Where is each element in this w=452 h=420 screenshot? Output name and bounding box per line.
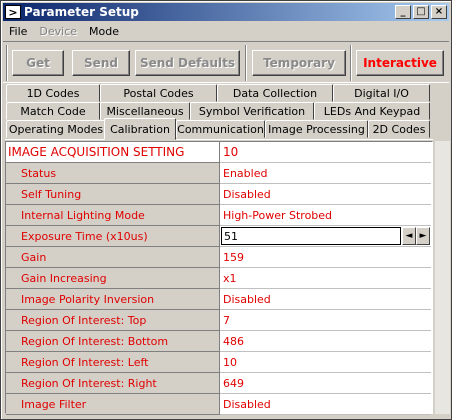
temporary-button[interactable]: Temporary <box>252 50 346 76</box>
vertical-scrollbar[interactable] <box>434 141 450 414</box>
interactive-button[interactable]: Interactive <box>356 50 444 76</box>
property-value[interactable]: Disabled <box>220 184 431 205</box>
property-name: Region Of Interest: Bottom <box>6 331 220 352</box>
property-value[interactable]: x1 <box>220 268 431 289</box>
property-name: Status <box>6 163 220 184</box>
tab-digital-io[interactable]: Digital I/O <box>333 84 430 102</box>
maximize-button[interactable]: □ <box>413 5 429 19</box>
group-name: IMAGE ACQUISITION SETTING <box>6 142 220 163</box>
table-row[interactable]: Region Of Interest: Left 10 <box>6 352 432 373</box>
tab-communication[interactable]: Communication <box>176 120 265 138</box>
window-controls: _ □ × <box>393 5 447 19</box>
tab-postal-codes[interactable]: Postal Codes <box>100 84 217 102</box>
get-button[interactable]: Get <box>12 50 64 76</box>
menu-device: Device <box>39 24 78 38</box>
tab-match-code[interactable]: Match Code <box>6 102 100 120</box>
table-row[interactable]: Internal Lighting Mode High-Power Strobe… <box>6 205 432 226</box>
app-icon: > <box>5 5 21 19</box>
menu-mode[interactable]: Mode <box>83 25 125 38</box>
tab-panel-border <box>5 139 433 140</box>
group-value[interactable]: 10 <box>220 142 431 163</box>
property-grid: IMAGE ACQUISITION SETTING 10 Status Enab… <box>5 141 433 415</box>
property-name: Image Polarity Inversion <box>6 289 220 310</box>
tab-calibration[interactable]: Calibration <box>104 118 176 140</box>
property-name: Region Of Interest: Right <box>6 373 220 394</box>
property-name: Exposure Time (x10us) <box>6 226 220 247</box>
property-name: Region Of Interest: Top <box>6 310 220 331</box>
tab-operating-modes[interactable]: Operating Modes <box>6 120 106 138</box>
menu-file[interactable]: File <box>3 25 33 38</box>
tab-1d-codes[interactable]: 1D Codes <box>6 84 100 102</box>
property-name: Gain Increasing <box>6 268 220 289</box>
title-bar[interactable]: > Parameter Setup _ □ × <box>3 3 449 21</box>
table-row[interactable]: Gain 159 <box>6 247 432 268</box>
table-row[interactable]: Image Filter Disabled <box>6 394 432 415</box>
table-row[interactable]: Exposure Time (x10us) 51 ◄ ► <box>6 226 432 247</box>
property-value[interactable]: Disabled <box>220 289 431 310</box>
toolbar-separator <box>245 45 247 81</box>
grid-header-row[interactable]: IMAGE ACQUISITION SETTING 10 <box>6 142 432 163</box>
property-value[interactable]: 486 <box>220 331 431 352</box>
send-defaults-button[interactable]: Send Defaults <box>135 50 240 76</box>
exposure-time-editor: 51 ◄ ► <box>220 226 431 247</box>
exposure-time-input[interactable]: 51 <box>221 227 401 245</box>
tab-data-collection[interactable]: Data Collection <box>217 84 333 102</box>
tab-2d-codes[interactable]: 2D Codes <box>368 120 430 138</box>
property-value[interactable]: 649 <box>220 373 431 394</box>
toolbar: Get Send Send Defaults Temporary Interac… <box>3 41 449 83</box>
toolbar-separator <box>350 45 352 81</box>
property-name: Internal Lighting Mode <box>6 205 220 226</box>
spin-right-icon[interactable]: ► <box>416 227 430 245</box>
close-button[interactable]: × <box>431 5 447 19</box>
property-name: Self Tuning <box>6 184 220 205</box>
property-name: Region Of Interest: Left <box>6 352 220 373</box>
property-value[interactable]: 7 <box>220 310 431 331</box>
table-row[interactable]: Region Of Interest: Right 649 <box>6 373 432 394</box>
tab-leds-and-keypad[interactable]: LEDs And Keypad <box>314 102 430 120</box>
table-row[interactable]: Region Of Interest: Bottom 486 <box>6 331 432 352</box>
property-value[interactable]: 159 <box>220 247 431 268</box>
property-value[interactable]: 10 <box>220 352 431 373</box>
table-row[interactable]: Image Polarity Inversion Disabled <box>6 289 432 310</box>
window-title: Parameter Setup <box>24 5 139 19</box>
table-row[interactable]: Status Enabled <box>6 163 432 184</box>
table-row[interactable]: Gain Increasing x1 <box>6 268 432 289</box>
property-value[interactable]: Disabled <box>220 394 431 415</box>
spin-left-icon[interactable]: ◄ <box>402 227 416 245</box>
property-name: Gain <box>6 247 220 268</box>
tab-symbol-verification[interactable]: Symbol Verification <box>190 102 314 120</box>
send-button[interactable]: Send <box>72 50 130 76</box>
property-value[interactable]: Enabled <box>220 163 431 184</box>
minimize-button[interactable]: _ <box>395 5 411 19</box>
menu-bar: File Device Mode <box>3 22 449 40</box>
tab-image-processing[interactable]: Image Processing <box>265 120 368 138</box>
property-name: Image Filter <box>6 394 220 415</box>
property-value[interactable]: High-Power Strobed <box>220 205 431 226</box>
table-row[interactable]: Self Tuning Disabled <box>6 184 432 205</box>
table-row[interactable]: Region Of Interest: Top 7 <box>6 310 432 331</box>
status-bar <box>3 414 449 419</box>
parameter-setup-window: > Parameter Setup _ □ × File Device Mode… <box>0 0 452 420</box>
toolbar-separator <box>6 45 8 81</box>
